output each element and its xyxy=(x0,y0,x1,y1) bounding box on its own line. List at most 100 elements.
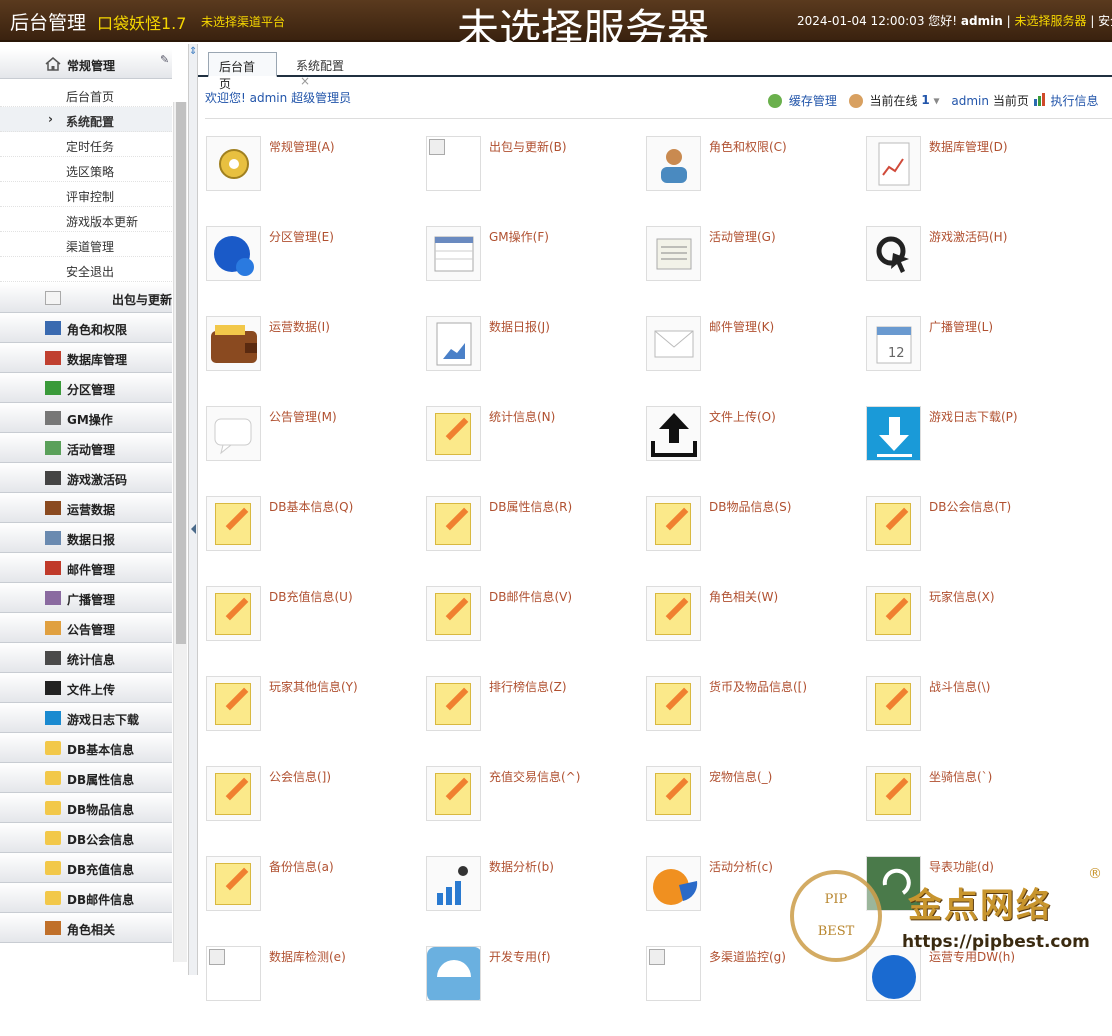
module-tile[interactable]: 出包与更新(B) xyxy=(426,136,646,226)
sidebar-group[interactable]: DB公会信息 xyxy=(0,823,172,853)
module-tile-label[interactable]: 邮件管理(K) xyxy=(709,318,774,335)
umbrella-icon[interactable] xyxy=(426,946,481,1001)
module-tile-label[interactable]: GM操作(F) xyxy=(489,228,549,245)
module-tile-label[interactable]: 游戏日志下载(P) xyxy=(929,408,1018,425)
chat-icon[interactable] xyxy=(206,406,261,461)
module-tile-label[interactable]: 货币及物品信息([) xyxy=(709,678,807,695)
note-icon[interactable] xyxy=(646,586,701,641)
pie-icon[interactable] xyxy=(646,856,701,911)
module-tile-label[interactable]: 坐骑信息(`) xyxy=(929,768,992,785)
note-icon[interactable] xyxy=(426,676,481,731)
channel-label[interactable]: 未选择渠道平台 xyxy=(201,13,285,30)
sidebar-subitem[interactable]: › 系统配置 xyxy=(0,107,172,132)
module-tile[interactable]: 排行榜信息(Z) xyxy=(426,676,646,766)
sidebar-group-general[interactable]: 常规管理 ✎ xyxy=(0,49,172,79)
stats-person-icon[interactable] xyxy=(426,856,481,911)
module-tile[interactable]: GM操作(F) xyxy=(426,226,646,316)
document-chart-icon[interactable] xyxy=(866,136,921,191)
note-icon[interactable] xyxy=(866,586,921,641)
envelope-icon[interactable] xyxy=(646,316,701,371)
sidebar-group[interactable]: 广播管理 xyxy=(0,583,172,613)
pin-icon[interactable]: ✎ xyxy=(160,53,169,66)
sidebar-group[interactable]: 运营数据 xyxy=(0,493,172,523)
module-tile-label[interactable]: 出包与更新(B) xyxy=(489,138,567,155)
module-tile-label[interactable]: 数据日报(J) xyxy=(489,318,550,335)
sidebar-group[interactable]: 角色和权限 xyxy=(0,313,172,343)
sidebar-subitem[interactable]: 选区策略 xyxy=(0,157,172,182)
module-tile-label[interactable]: DB属性信息(R) xyxy=(489,498,572,515)
note-icon[interactable] xyxy=(206,676,261,731)
module-tile[interactable]: 分区管理(E) xyxy=(206,226,426,316)
note-icon[interactable] xyxy=(206,766,261,821)
chevron-down-icon[interactable]: ▾ xyxy=(934,94,940,108)
download-icon[interactable] xyxy=(866,406,921,461)
server-link[interactable]: 未选择服务器 xyxy=(1014,14,1086,28)
module-tile[interactable]: 数据库检测(e) xyxy=(206,946,426,1036)
sidebar-group[interactable]: DB充值信息 xyxy=(0,853,172,883)
module-tile[interactable]: 游戏日志下载(P) xyxy=(866,406,1086,496)
sidebar-subitem[interactable]: 定时任务 xyxy=(0,132,172,157)
module-tile[interactable]: 公告管理(M) xyxy=(206,406,426,496)
module-tile[interactable]: DB基本信息(Q) xyxy=(206,496,426,586)
note-icon[interactable] xyxy=(866,766,921,821)
safe-exit-link[interactable]: 安全退 xyxy=(1098,14,1112,28)
module-tile-label[interactable]: 常规管理(A) xyxy=(269,138,335,155)
note-icon[interactable] xyxy=(426,406,481,461)
module-tile-label[interactable]: 玩家其他信息(Y) xyxy=(269,678,358,695)
module-tile[interactable]: DB邮件信息(V) xyxy=(426,586,646,676)
module-tile[interactable]: 备份信息(a) xyxy=(206,856,426,946)
module-tile[interactable]: 数据分析(b) xyxy=(426,856,646,946)
sidebar-group[interactable]: 分区管理 xyxy=(0,373,172,403)
module-tile-label[interactable]: 游戏激活码(H) xyxy=(929,228,1007,245)
module-tile-label[interactable]: 公会信息(]) xyxy=(269,768,331,785)
note-icon[interactable] xyxy=(426,766,481,821)
note-icon[interactable] xyxy=(206,856,261,911)
module-tile-label[interactable]: 统计信息(N) xyxy=(489,408,555,425)
module-tile-label[interactable]: 备份信息(a) xyxy=(269,858,334,875)
module-tile[interactable]: 充值交易信息(^) xyxy=(426,766,646,856)
note-icon[interactable] xyxy=(206,586,261,641)
module-tile-label[interactable]: 充值交易信息(^) xyxy=(489,768,580,785)
table-icon[interactable] xyxy=(426,226,481,281)
sidebar-group[interactable]: 角色相关 xyxy=(0,913,172,943)
sidebar-group[interactable]: 邮件管理 xyxy=(0,553,172,583)
module-tile-label[interactable]: 数据库管理(D) xyxy=(929,138,1008,155)
module-tile-label[interactable]: 角色相关(W) xyxy=(709,588,778,605)
note-icon[interactable] xyxy=(646,766,701,821)
module-tile[interactable]: DB物品信息(S) xyxy=(646,496,866,586)
close-icon[interactable]: × xyxy=(300,74,310,88)
module-tile-label[interactable]: 角色和权限(C) xyxy=(709,138,787,155)
module-tile[interactable]: 数据库管理(D) xyxy=(866,136,1086,226)
sidebar-group[interactable]: DB物品信息 xyxy=(0,793,172,823)
broken-image-icon[interactable] xyxy=(206,946,261,1001)
sidebar-subitem[interactable]: 渠道管理 xyxy=(0,232,172,257)
sidebar-group[interactable]: DB基本信息 xyxy=(0,733,172,763)
newspaper-icon[interactable] xyxy=(646,226,701,281)
admin-link[interactable]: admin xyxy=(951,94,989,108)
module-tile[interactable]: DB公会信息(T) xyxy=(866,496,1086,586)
module-tile-label[interactable]: DB邮件信息(V) xyxy=(489,588,572,605)
module-tile-label[interactable]: 数据分析(b) xyxy=(489,858,554,875)
tab-system-config[interactable]: 系统配置× xyxy=(286,52,366,88)
sidebar-group[interactable]: 游戏激活码 xyxy=(0,463,172,493)
note-icon[interactable] xyxy=(866,676,921,731)
module-tile[interactable]: 数据日报(J) xyxy=(426,316,646,406)
calendar-icon[interactable]: 12 xyxy=(866,316,921,371)
collapse-arrow-icon[interactable] xyxy=(191,524,196,534)
module-tile-label[interactable]: 活动管理(G) xyxy=(709,228,776,245)
note-icon[interactable] xyxy=(206,496,261,551)
module-tile-label[interactable]: 分区管理(E) xyxy=(269,228,334,245)
module-tile[interactable]: 货币及物品信息([) xyxy=(646,676,866,766)
sidebar-group[interactable]: DB邮件信息 xyxy=(0,883,172,913)
upload-icon[interactable] xyxy=(646,406,701,461)
collapse-up-icon[interactable]: ⇕ xyxy=(189,46,197,57)
sidebar-subitem[interactable]: 安全退出 xyxy=(0,257,172,282)
module-tile[interactable]: 角色相关(W) xyxy=(646,586,866,676)
module-tile-label[interactable]: 玩家信息(X) xyxy=(929,588,995,605)
sidebar-subitem[interactable]: 后台首页 xyxy=(0,82,172,107)
note-icon[interactable] xyxy=(426,496,481,551)
report-icon[interactable] xyxy=(426,316,481,371)
wallet-icon[interactable] xyxy=(206,316,261,371)
module-tile[interactable]: 12 广播管理(L) xyxy=(866,316,1086,406)
sidebar-splitter[interactable]: ⇕ xyxy=(188,44,198,975)
